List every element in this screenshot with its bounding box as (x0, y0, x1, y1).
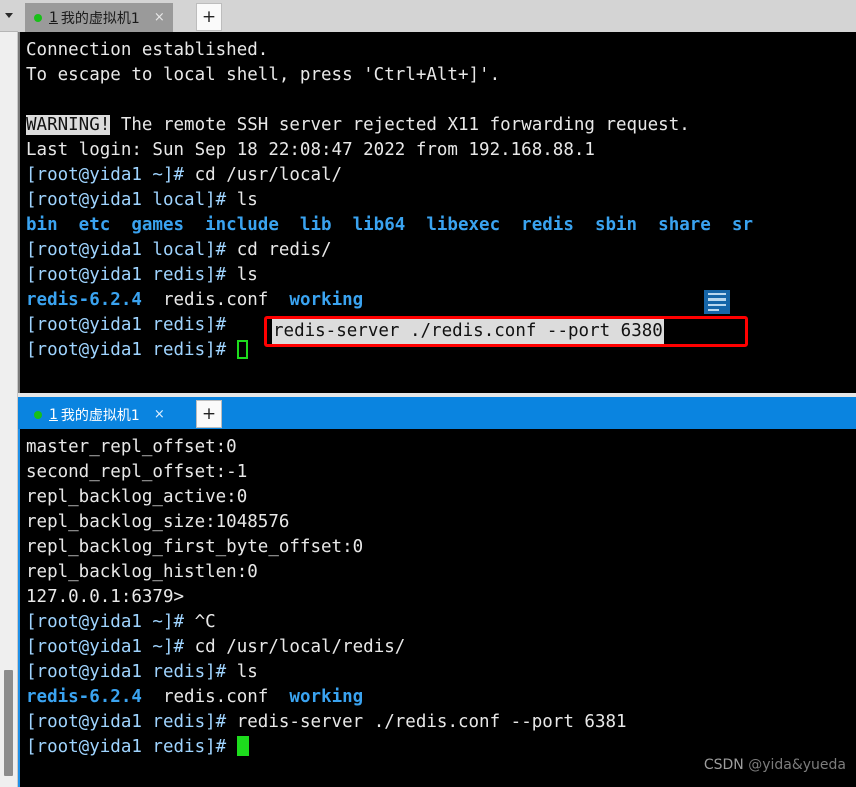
terminal-cursor (236, 340, 248, 359)
shell-prompt: [root@yida1 ~]# (26, 612, 185, 632)
shell-command: ls (226, 662, 258, 682)
file-entry: redis.conf (141, 290, 290, 310)
shell-command: cd /usr/local/ (184, 165, 343, 185)
chevron-down-icon[interactable] (5, 13, 13, 18)
shell-command: ls (226, 190, 258, 210)
line-text: Last login: Sun Sep 18 22:08:47 2022 fro… (26, 140, 595, 160)
terminal-line: 127.0.0.1:6379> (26, 585, 856, 610)
line-text: Connection established. (26, 40, 269, 60)
tab-panel-2-vm1[interactable]: 1 我的虚拟机1 × (25, 400, 173, 429)
shell-prompt: [root@yida1 redis]# (26, 315, 227, 335)
shell-command: cd /usr/local/redis/ (184, 637, 406, 657)
terminal-line: redis-6.2.4 redis.conf working (26, 288, 856, 313)
tabbar-panel-2: 1 我的虚拟机1 × + (18, 397, 856, 429)
shell-prompt: [root@yida1 redis]# (26, 737, 227, 757)
shell-command: ^C (184, 612, 216, 632)
line-text: repl_backlog_size:1048576 (26, 512, 290, 532)
terminal-line: repl_backlog_histlen:0 (26, 560, 856, 585)
shell-prompt: [root@yida1 redis]# (26, 662, 227, 682)
line-text: second_repl_offset:-1 (26, 462, 248, 482)
directory-entry: redis-6.2.4 (26, 290, 142, 310)
terminal-line: WARNING! The remote SSH server rejected … (26, 113, 856, 138)
line-text: repl_backlog_active:0 (26, 487, 248, 507)
terminal-line: To escape to local shell, press 'Ctrl+Al… (26, 63, 856, 88)
line-text: repl_backlog_first_byte_offset:0 (26, 537, 364, 557)
terminal-line: [root@yida1 ~]# ^C (26, 610, 856, 635)
tab-status-dot-icon (34, 410, 42, 419)
shell-command: redis-server ./redis.conf --port 6381 (226, 712, 627, 732)
directory-entry: working (289, 687, 364, 707)
shell-prompt: [root@yida1 ~]# (26, 637, 185, 657)
watermark: CSDN @yida&yueda (704, 757, 846, 773)
tab-title: 我的虚拟机1 (60, 10, 140, 27)
vertical-scrollbar-thumb[interactable] (4, 670, 13, 776)
terminal-panel-1: 1 我的虚拟机1 × + Connection established. To … (18, 0, 856, 393)
terminal-line: repl_backlog_size:1048576 (26, 510, 856, 535)
application-window: 1 我的虚拟机1 × + Connection established. To … (0, 0, 856, 787)
terminal-line: [root@yida1 ~]# cd /usr/local/redis/ (26, 635, 856, 660)
tab-title: 我的虚拟机1 (60, 407, 140, 424)
warning-badge: WARNING! (26, 115, 111, 135)
list-lines-icon[interactable] (704, 290, 730, 314)
terminal-line: redis-6.2.4 redis.conf working (26, 685, 856, 710)
terminal-line: Last login: Sun Sep 18 22:08:47 2022 fro… (26, 138, 856, 163)
tab-status-dot-icon (34, 13, 42, 22)
add-tab-button[interactable]: + (196, 3, 222, 31)
line-text: master_repl_offset:0 (26, 437, 237, 457)
directory-listing: bin etc games include lib lib64 libexec … (26, 215, 753, 235)
file-entry: redis.conf (141, 687, 290, 707)
watermark-prefix: CSDN (703, 757, 749, 773)
terminal-line: Connection established. (26, 38, 856, 63)
line-text: repl_backlog_histlen:0 (26, 562, 258, 582)
add-tab-button[interactable]: + (196, 400, 222, 428)
line-text: The remote SSH server rejected X11 forwa… (110, 115, 690, 135)
left-rail-header[interactable] (0, 0, 18, 32)
terminal-cursor (236, 736, 249, 756)
terminal-line: repl_backlog_first_byte_offset:0 (26, 535, 856, 560)
close-icon[interactable]: × (154, 408, 165, 421)
shell-prompt: [root@yida1 redis]# (26, 265, 227, 285)
watermark-handle: @yida&yueda (748, 757, 846, 773)
close-icon[interactable]: × (154, 11, 165, 24)
tab-number: 1 (49, 406, 58, 423)
left-rail (0, 0, 18, 787)
tabbar-panel-1: 1 我的虚拟机1 × + (18, 0, 856, 32)
terminal-line: [root@yida1 ~]# cd /usr/local/ (26, 163, 856, 188)
shell-prompt: [root@yida1 local]# (26, 240, 227, 260)
shell-command: ls (226, 265, 258, 285)
line-text: To escape to local shell, press 'Ctrl+Al… (26, 65, 501, 85)
terminal-output-panel-2[interactable]: master_repl_offset:0 second_repl_offset:… (18, 429, 856, 787)
shell-prompt: [root@yida1 ~]# (26, 165, 185, 185)
shell-command: cd redis/ (226, 240, 332, 260)
terminal-line: bin etc games include lib lib64 libexec … (26, 213, 856, 238)
directory-entry: working (289, 290, 364, 310)
terminal-line: [root@yida1 local]# ls (26, 188, 856, 213)
shell-prompt: [root@yida1 redis]# (26, 712, 227, 732)
terminal-line: [root@yida1 redis]# ls (26, 263, 856, 288)
redis-cli-prompt: 127.0.0.1:6379> (26, 587, 185, 607)
selected-command-text-1: redis-server ./redis.conf --port 6380 (272, 319, 664, 344)
shell-prompt: [root@yida1 local]# (26, 190, 227, 210)
directory-entry: redis-6.2.4 (26, 687, 142, 707)
terminal-line: repl_backlog_active:0 (26, 485, 856, 510)
terminal-line: second_repl_offset:-1 (26, 460, 856, 485)
terminal-panel-2: 1 我的虚拟机1 × + master_repl_offset:0 second… (18, 397, 856, 787)
tab-number: 1 (49, 9, 58, 26)
shell-command (226, 737, 237, 757)
terminal-line: [root@yida1 local]# cd redis/ (26, 238, 856, 263)
terminal-line: [root@yida1 redis]# redis-server ./redis… (26, 710, 856, 735)
tab-panel-1-vm1[interactable]: 1 我的虚拟机1 × (25, 3, 173, 32)
shell-prompt: [root@yida1 redis]# (26, 340, 227, 360)
terminal-line: master_repl_offset:0 (26, 435, 856, 460)
shell-command (226, 340, 237, 360)
terminal-line: [root@yida1 redis]# ls (26, 660, 856, 685)
